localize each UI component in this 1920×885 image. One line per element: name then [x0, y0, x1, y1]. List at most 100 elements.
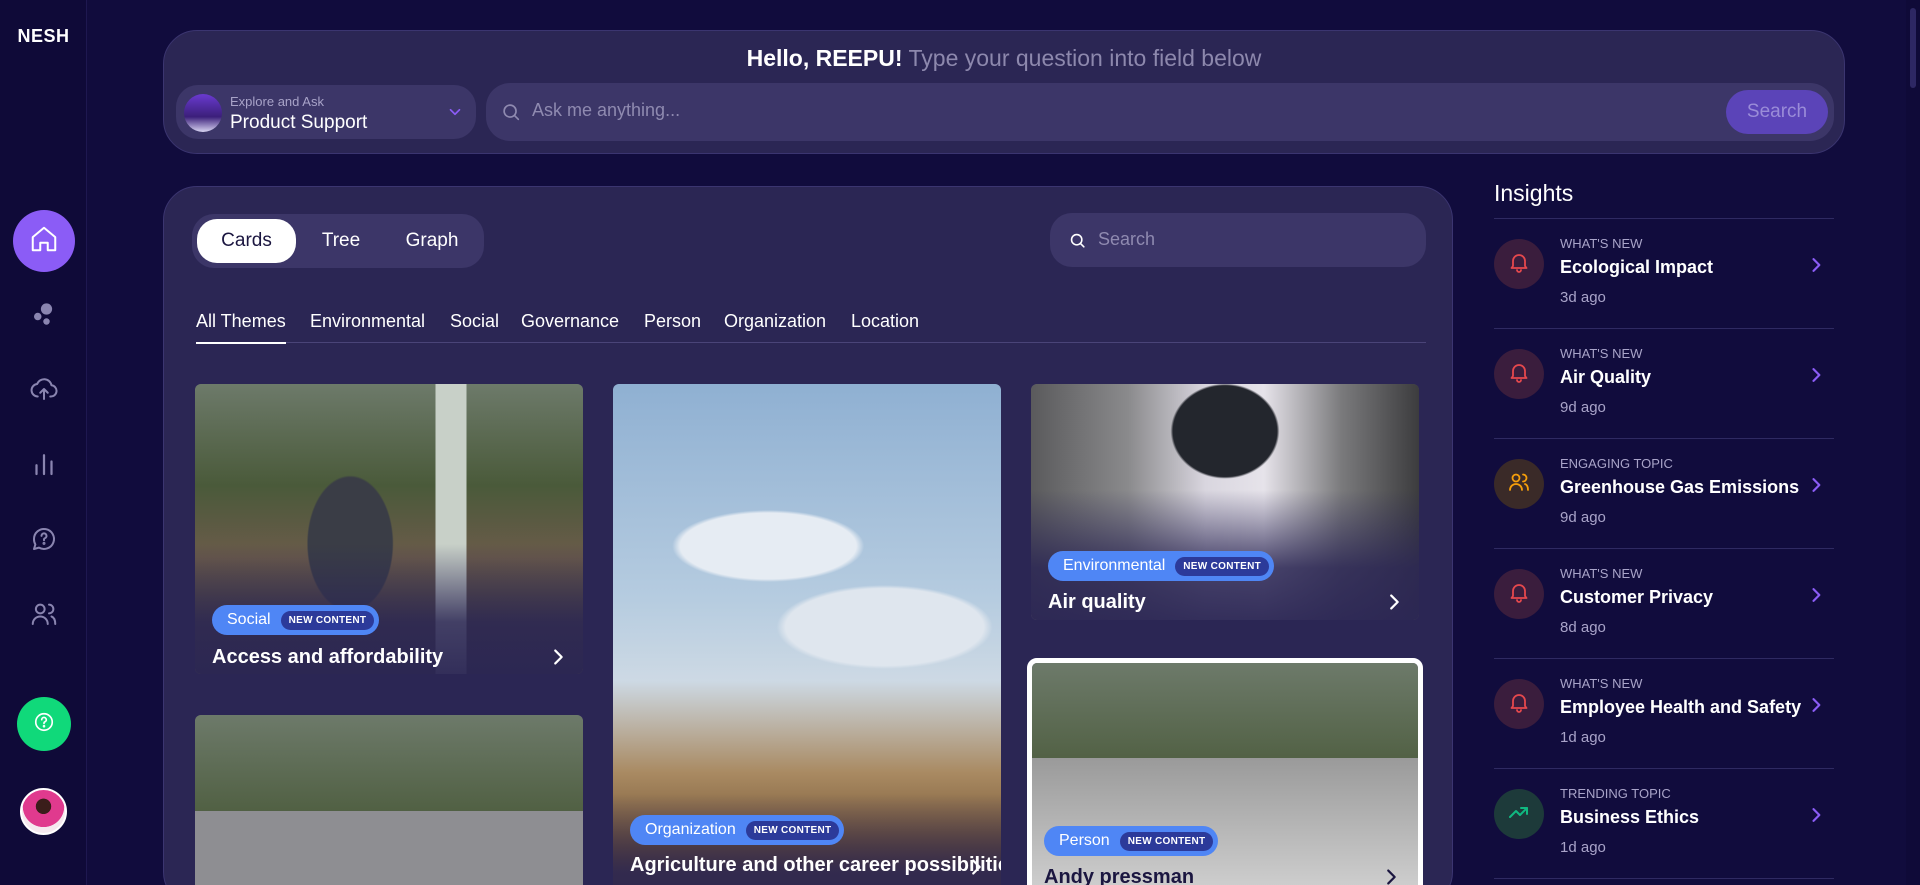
chevron-right-icon — [1383, 591, 1405, 613]
insight-icon-wrap — [1494, 679, 1544, 729]
insight-title: Customer Privacy — [1560, 587, 1714, 607]
greeting-hint: Type your question into field below — [908, 45, 1262, 71]
search-icon — [500, 101, 522, 123]
card-title: Access and affordability — [212, 646, 444, 668]
card-tag-label: Organization — [645, 821, 736, 838]
tab-governance[interactable]: Governance — [521, 311, 619, 343]
insight-time: 1d ago — [1560, 839, 1606, 856]
content-search-placeholder: Search — [1098, 229, 1156, 249]
insight-item[interactable]: TRENDING TOPIC Business Ethics 1d ago — [1494, 769, 1834, 879]
insight-item[interactable]: WHAT'S NEW Customer Privacy 8d ago — [1494, 549, 1834, 659]
ask-search-button[interactable]: Search — [1726, 90, 1828, 134]
nav-explore[interactable] — [13, 285, 75, 347]
tab-location[interactable]: Location — [851, 311, 919, 343]
card-tag: Social NEW CONTENT — [212, 605, 380, 635]
new-content-badge: NEW CONTENT — [745, 820, 840, 840]
insight-title: Ecological Impact — [1560, 257, 1714, 277]
help-circle-icon — [33, 711, 55, 738]
new-content-badge: NEW CONTENT — [280, 610, 375, 630]
insight-icon-wrap — [1494, 239, 1544, 289]
insight-title: Business Ethics — [1560, 807, 1700, 827]
nav-home[interactable] — [13, 210, 75, 272]
insight-time: 1d ago — [1560, 729, 1606, 746]
chevron-right-icon — [1806, 365, 1826, 385]
view-cards[interactable]: Cards — [197, 219, 296, 263]
insight-item[interactable]: WHAT'S NEW Air Quality 9d ago — [1494, 329, 1834, 439]
chevron-right-icon — [1806, 805, 1826, 825]
view-graph[interactable]: Graph — [386, 219, 478, 263]
insight-time: 9d ago — [1560, 399, 1606, 416]
trend-up-icon — [1507, 800, 1531, 829]
chat-question-icon — [29, 524, 59, 559]
theme-tabs: All Themes Environmental Social Governan… — [196, 311, 1426, 344]
bell-icon — [1507, 580, 1531, 609]
bubbles-icon — [29, 299, 59, 334]
card-tag-label: Person — [1059, 832, 1110, 849]
insight-time: 3d ago — [1560, 289, 1606, 306]
insight-time: 9d ago — [1560, 509, 1606, 526]
sidebar: NESH — [0, 0, 87, 885]
nav-people[interactable] — [13, 585, 75, 647]
tab-social[interactable]: Social — [450, 311, 499, 343]
chevron-right-icon — [965, 856, 987, 878]
selector-sub-label: Explore and Ask — [230, 94, 324, 109]
card-tag: Environmental NEW CONTENT — [1048, 551, 1275, 581]
content-search-input[interactable]: Search — [1050, 213, 1426, 267]
insight-icon-wrap — [1494, 349, 1544, 399]
tab-person[interactable]: Person — [644, 311, 701, 343]
chevron-right-icon — [1806, 695, 1826, 715]
new-content-badge: NEW CONTENT — [1175, 556, 1270, 576]
topic-card[interactable]: Social NEW CONTENT Access and affordabil… — [195, 384, 583, 674]
users-icon — [29, 599, 59, 634]
chevron-right-icon — [547, 646, 569, 668]
selector-value: Product Support — [230, 112, 368, 133]
users-icon — [1507, 470, 1531, 499]
view-toggle: Cards Tree Graph — [192, 214, 484, 268]
insight-item[interactable]: WHAT'S NEW Employee Health and Safety 1d… — [1494, 659, 1834, 769]
ask-panel: Hello, REEPU! Type your question into fi… — [163, 30, 1845, 154]
insights-panel: Insights WHAT'S NEW Ecological Impact 3d… — [1494, 180, 1834, 879]
insight-kind: WHAT'S NEW — [1560, 236, 1643, 251]
insight-title: Employee Health and Safety — [1560, 697, 1802, 717]
insight-icon-wrap — [1494, 569, 1544, 619]
app-logo: NESH — [17, 26, 70, 46]
insight-title: Air Quality — [1560, 367, 1652, 387]
ask-input[interactable]: Ask me anything... Search — [486, 83, 1834, 141]
card-tag-label: Social — [227, 611, 271, 628]
insights-title: Insights — [1494, 180, 1834, 219]
insight-kind: WHAT'S NEW — [1560, 566, 1643, 581]
help-button[interactable] — [17, 697, 71, 751]
tab-environmental[interactable]: Environmental — [310, 311, 425, 343]
nav-upload[interactable] — [13, 360, 75, 422]
chevron-right-icon — [1806, 255, 1826, 275]
view-tree[interactable]: Tree — [300, 219, 382, 263]
topic-card[interactable] — [195, 715, 583, 885]
page-scrollbar[interactable] — [1906, 0, 1920, 885]
content-panel: Cards Tree Graph Search All Themes Envir… — [163, 186, 1453, 885]
assistant-selector[interactable]: Explore and Ask Product Support — [176, 85, 476, 139]
tab-all-themes[interactable]: All Themes — [196, 311, 286, 344]
insight-title: Greenhouse Gas Emissions — [1560, 477, 1800, 497]
insight-item[interactable]: WHAT'S NEW Ecological Impact 3d ago — [1494, 219, 1834, 329]
scrollbar-thumb[interactable] — [1910, 8, 1916, 88]
topic-card[interactable]: Organization NEW CONTENT Agriculture and… — [613, 384, 1001, 885]
cloud-upload-icon — [29, 374, 59, 409]
chevron-right-icon — [1380, 866, 1402, 885]
bell-icon — [1507, 360, 1531, 389]
insight-item[interactable]: ENGAGING TOPIC Greenhouse Gas Emissions … — [1494, 439, 1834, 549]
greeting-name: Hello, REEPU! — [746, 45, 903, 71]
insight-icon-wrap — [1494, 459, 1544, 509]
topic-card-selected[interactable]: Person NEW CONTENT Andy pressman — [1027, 658, 1423, 885]
card-tag-label: Environmental — [1063, 557, 1166, 574]
bell-icon — [1507, 690, 1531, 719]
bell-icon — [1507, 250, 1531, 279]
insight-kind: WHAT'S NEW — [1560, 676, 1643, 691]
insight-icon-wrap — [1494, 789, 1544, 839]
nav-analytics[interactable] — [13, 435, 75, 497]
topic-card[interactable]: Environmental NEW CONTENT Air quality — [1031, 384, 1419, 620]
card-title: Andy pressman — [1044, 866, 1195, 885]
tab-organization[interactable]: Organization — [724, 311, 826, 343]
card-image — [195, 715, 583, 885]
user-avatar[interactable] — [20, 788, 67, 835]
nav-questions[interactable] — [13, 510, 75, 572]
